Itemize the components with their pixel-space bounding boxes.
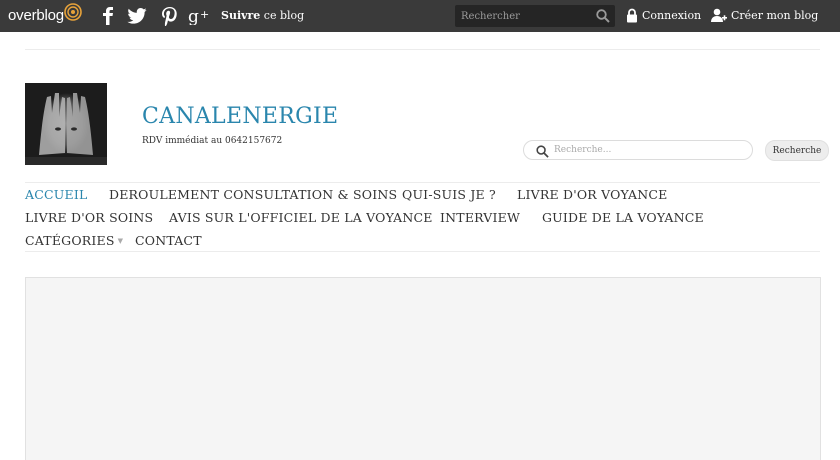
follow-strong-label: Suivre (221, 9, 261, 22)
nav-bottom-divider (25, 251, 820, 252)
search-icon (536, 145, 549, 158)
nav-item-guide[interactable]: Guide de la voyance (542, 210, 704, 225)
nav-item-deroulement[interactable]: Deroulement consultation & soins (109, 187, 397, 202)
site-title[interactable]: CANALENERGIE (142, 104, 338, 129)
user-add-icon (711, 8, 727, 22)
pinterest-icon[interactable] (158, 4, 180, 28)
top-bar: overblog g+ Suivre ce blog Connexion Cré… (0, 0, 840, 32)
create-blog-label: Créer mon blog (731, 9, 819, 22)
nav-item-qui-suis-je[interactable]: Qui-suis je ? (402, 187, 496, 202)
twitter-icon[interactable] (126, 4, 148, 28)
nav-top-divider (25, 182, 820, 183)
follow-blog-link[interactable]: Suivre ce blog (221, 9, 304, 22)
nav-item-livre-or-soins[interactable]: Livre d'or soins (25, 210, 153, 225)
login-link[interactable]: Connexion (626, 8, 701, 23)
nav-item-accueil[interactable]: Accueil (25, 187, 87, 202)
facebook-icon[interactable] (97, 4, 119, 28)
overblog-logo[interactable]: overblog (8, 7, 64, 24)
svg-text:+: + (200, 8, 209, 21)
dropdown-caret-icon: ▼ (117, 237, 124, 245)
blog-search-input[interactable] (554, 141, 749, 159)
blog-search-box (523, 140, 753, 160)
nav-item-avis[interactable]: Avis sur l'officiel de la voyance (169, 210, 433, 225)
login-label: Connexion (642, 9, 702, 22)
lock-icon (627, 8, 637, 23)
svg-text:g: g (188, 7, 199, 25)
top-search-input[interactable] (455, 5, 593, 27)
top-search-box (455, 5, 615, 27)
search-icon[interactable] (596, 9, 610, 23)
header-divider (25, 49, 820, 50)
main-content-area (25, 277, 821, 460)
nav-item-livre-or-voyance[interactable]: Livre d'or voyance (517, 187, 667, 202)
blog-avatar[interactable] (25, 83, 107, 165)
site-tagline: RDV immédiat au 0642157672 (142, 136, 283, 146)
hands-over-face-image (25, 83, 107, 165)
nav-item-categories[interactable]: Catégories ▼ (25, 233, 123, 248)
google-plus-icon[interactable]: g + (187, 4, 213, 28)
nav-item-contact[interactable]: Contact (135, 233, 202, 248)
create-blog-link[interactable]: Créer mon blog (711, 8, 818, 23)
nav-item-interview[interactable]: Interview (440, 210, 520, 225)
overblog-swirl-icon (64, 3, 82, 21)
nav-item-categories-label: Catégories (25, 233, 115, 248)
follow-label: ce blog (260, 9, 305, 22)
search-button[interactable]: Recherche (765, 140, 829, 161)
